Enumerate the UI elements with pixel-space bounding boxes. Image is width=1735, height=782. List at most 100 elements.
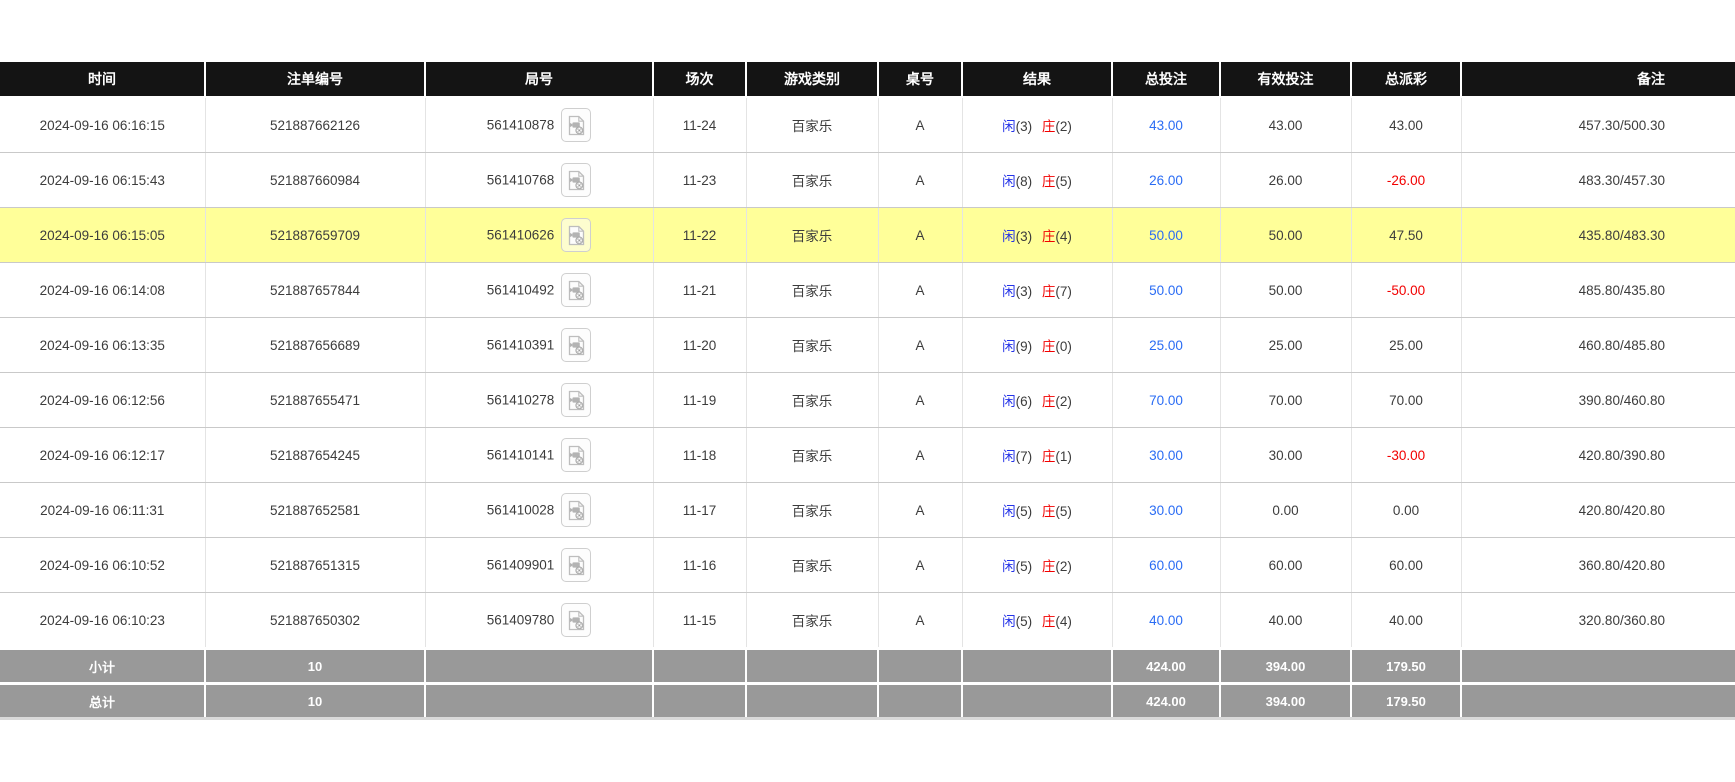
banker-label: 庄	[1042, 394, 1056, 409]
player-points: (3)	[1016, 229, 1033, 244]
game-type-cell: 百家乐	[746, 153, 878, 208]
video-replay-icon	[568, 445, 585, 466]
round-id-value: 561410492	[487, 283, 555, 298]
table-row[interactable]: 2024-09-16 06:13:35 521887656689 5614103…	[0, 318, 1735, 373]
total-bet-link[interactable]: 40.00	[1149, 613, 1183, 628]
table-row[interactable]: 2024-09-16 06:12:17 521887654245 5614101…	[0, 428, 1735, 483]
banker-result: 庄(5)	[1042, 174, 1072, 189]
payout-value: -30.00	[1387, 448, 1425, 463]
bet-id-cell: 521887655471	[205, 373, 425, 428]
video-replay-button[interactable]	[561, 108, 591, 142]
total-payout-cell: 0.00	[1351, 483, 1461, 538]
player-points: (3)	[1016, 284, 1033, 299]
banker-result: 庄(7)	[1042, 284, 1072, 299]
summary-row: 总计 10 424.00 394.00 179.50	[0, 684, 1735, 719]
session-cell: 11-18	[653, 428, 746, 483]
player-points: (8)	[1016, 174, 1033, 189]
total-bet-link[interactable]: 43.00	[1149, 118, 1183, 133]
video-replay-button[interactable]	[561, 383, 591, 417]
total-bet-link[interactable]: 26.00	[1149, 173, 1183, 188]
total-bet-cell: 60.00	[1112, 538, 1220, 593]
round-id-cell: 561410626	[425, 208, 653, 263]
video-replay-button[interactable]	[561, 218, 591, 252]
round-id-cell: 561410141	[425, 428, 653, 483]
remark-cell: 483.30/457.30	[1461, 153, 1735, 208]
game-type-cell: 百家乐	[746, 208, 878, 263]
total-bet-cell: 50.00	[1112, 208, 1220, 263]
table-row[interactable]: 2024-09-16 06:10:23 521887650302 5614097…	[0, 593, 1735, 649]
table-row[interactable]: 2024-09-16 06:15:43 521887660984 5614107…	[0, 153, 1735, 208]
table-row[interactable]: 2024-09-16 06:16:15 521887662126 5614108…	[0, 97, 1735, 153]
video-replay-button[interactable]	[561, 493, 591, 527]
session-cell: 11-19	[653, 373, 746, 428]
col-header-total-bet: 总投注	[1112, 62, 1220, 97]
table-row[interactable]: 2024-09-16 06:14:08 521887657844 5614104…	[0, 263, 1735, 318]
time-cell: 2024-09-16 06:11:31	[0, 483, 205, 538]
round-id-value: 561410028	[487, 503, 555, 518]
total-bet-link[interactable]: 60.00	[1149, 558, 1183, 573]
video-replay-button[interactable]	[561, 273, 591, 307]
video-replay-button[interactable]	[561, 603, 591, 637]
round-id-cell: 561410768	[425, 153, 653, 208]
summary-empty-cell	[425, 649, 653, 684]
time-cell: 2024-09-16 06:12:56	[0, 373, 205, 428]
table-row[interactable]: 2024-09-16 06:11:31 521887652581 5614100…	[0, 483, 1735, 538]
valid-bet-cell: 26.00	[1220, 153, 1351, 208]
result-cell: 闲(5) 庄(4)	[962, 593, 1112, 649]
video-replay-button[interactable]	[561, 163, 591, 197]
summary-row: 小计 10 424.00 394.00 179.50	[0, 649, 1735, 684]
total-bet-link[interactable]: 25.00	[1149, 338, 1183, 353]
game-type-cell: 百家乐	[746, 593, 878, 649]
player-result: 闲(3)	[1002, 284, 1032, 299]
table-row[interactable]: 2024-09-16 06:10:52 521887651315 5614099…	[0, 538, 1735, 593]
total-bet-link[interactable]: 30.00	[1149, 503, 1183, 518]
col-header-total-payout: 总派彩	[1351, 62, 1461, 97]
time-cell: 2024-09-16 06:16:15	[0, 97, 205, 153]
total-bet-link[interactable]: 70.00	[1149, 393, 1183, 408]
banker-result: 庄(2)	[1042, 119, 1072, 134]
time-cell: 2024-09-16 06:15:43	[0, 153, 205, 208]
payout-value: 43.00	[1389, 118, 1423, 133]
total-bet-link[interactable]: 30.00	[1149, 448, 1183, 463]
result-cell: 闲(3) 庄(7)	[962, 263, 1112, 318]
table-no-cell: A	[878, 428, 962, 483]
payout-value: 70.00	[1389, 393, 1423, 408]
table-no-cell: A	[878, 153, 962, 208]
banker-points: (5)	[1055, 504, 1072, 519]
valid-bet-cell: 25.00	[1220, 318, 1351, 373]
player-label: 闲	[1002, 449, 1016, 464]
video-replay-button[interactable]	[561, 328, 591, 362]
table-no-cell: A	[878, 318, 962, 373]
round-id-cell: 561409780	[425, 593, 653, 649]
remark-cell: 485.80/435.80	[1461, 263, 1735, 318]
payout-value: 0.00	[1393, 503, 1419, 518]
valid-bet-cell: 40.00	[1220, 593, 1351, 649]
video-replay-button[interactable]	[561, 438, 591, 472]
table-row[interactable]: 2024-09-16 06:15:05 521887659709 5614106…	[0, 208, 1735, 263]
col-header-remark: 备注	[1461, 62, 1735, 97]
summary-total-payout-cell: 179.50	[1351, 684, 1461, 719]
banker-result: 庄(4)	[1042, 614, 1072, 629]
summary-label-cell: 小计	[0, 649, 205, 684]
bet-id-cell: 521887656689	[205, 318, 425, 373]
summary-empty-cell	[878, 649, 962, 684]
round-id-value: 561410878	[487, 118, 555, 133]
summary-total-bet-cell: 424.00	[1112, 684, 1220, 719]
header-row: 时间 注单编号 局号 场次 游戏类别 桌号 结果 总投注 有效投注 总派彩 备注	[0, 62, 1735, 97]
table-row[interactable]: 2024-09-16 06:12:56 521887655471 5614102…	[0, 373, 1735, 428]
total-bet-link[interactable]: 50.00	[1149, 283, 1183, 298]
payout-value: -50.00	[1387, 283, 1425, 298]
round-id-value: 561410391	[487, 338, 555, 353]
banker-label: 庄	[1042, 339, 1056, 354]
remark-cell: 420.80/420.80	[1461, 483, 1735, 538]
banker-label: 庄	[1042, 174, 1056, 189]
game-type-cell: 百家乐	[746, 263, 878, 318]
total-bet-link[interactable]: 50.00	[1149, 228, 1183, 243]
time-cell: 2024-09-16 06:12:17	[0, 428, 205, 483]
player-points: (7)	[1016, 449, 1033, 464]
player-label: 闲	[1002, 284, 1016, 299]
round-id-value: 561410278	[487, 393, 555, 408]
video-replay-button[interactable]	[561, 548, 591, 582]
table-summary: 小计 10 424.00 394.00 179.50 总计 10 424.00 …	[0, 649, 1735, 719]
total-payout-cell: 60.00	[1351, 538, 1461, 593]
